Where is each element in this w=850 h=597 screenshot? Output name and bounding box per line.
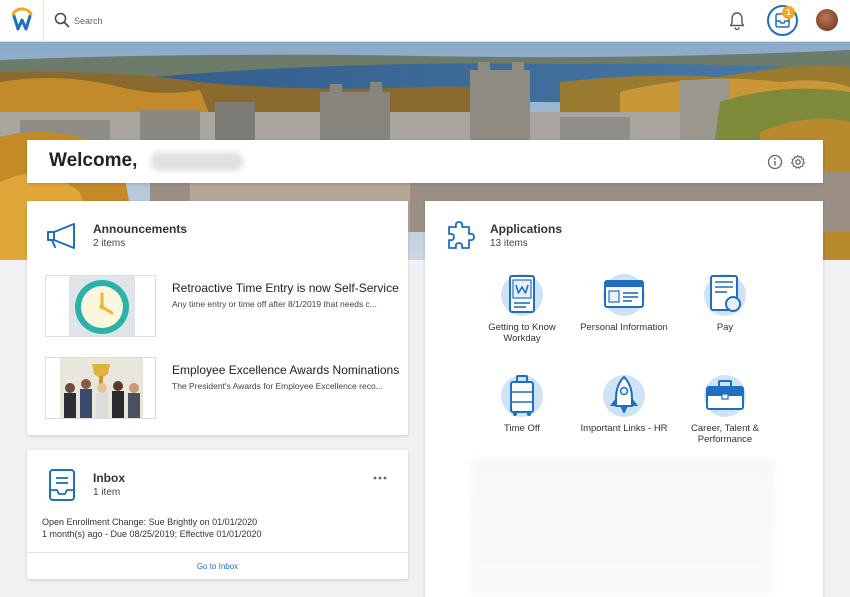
rocket-icon xyxy=(603,375,645,417)
user-avatar[interactable] xyxy=(816,9,838,31)
app-label: Important Links - HR xyxy=(580,423,668,434)
puzzle-piece-icon xyxy=(448,221,475,249)
announcements-card: Announcements 2 items Retroactive Time E… xyxy=(27,201,408,435)
inbox-card: Inbox 1 item Open Enrollment Change: Sue… xyxy=(27,450,408,579)
id-card-icon xyxy=(603,274,645,316)
announcement-title[interactable]: Employee Excellence Awards Nominations xyxy=(172,363,399,377)
applications-count: 13 items xyxy=(490,238,528,249)
app-label: Pay xyxy=(716,322,734,333)
app-label: Career, Talent & Performance xyxy=(691,423,759,445)
app-important-links-hr[interactable]: Important Links - HR xyxy=(579,374,669,434)
app-pay[interactable]: Pay xyxy=(680,273,770,333)
clock-thumbnail xyxy=(45,275,156,337)
announcement-item[interactable]: Employee Excellence Awards Nominations T… xyxy=(45,357,399,419)
go-to-inbox-link[interactable]: Go to Inbox xyxy=(27,552,408,579)
inbox-count: 1 item xyxy=(93,487,121,498)
awards-photo-thumbnail xyxy=(45,357,156,419)
announcement-description: The President's Awards for Employee Exce… xyxy=(172,381,383,391)
app-label: Personal Information xyxy=(580,322,668,333)
applications-title: Applications xyxy=(490,222,563,236)
briefcase-icon xyxy=(704,375,746,417)
payslip-icon xyxy=(704,274,746,316)
workday-tablet-icon xyxy=(501,274,543,316)
applications-card: Applications 13 items Getting to Know Wo… xyxy=(425,201,823,597)
gear-icon[interactable] xyxy=(790,154,806,170)
top-navigation-bar: 1 xyxy=(0,0,850,42)
announcements-count: 2 items xyxy=(93,238,126,249)
announcements-title: Announcements xyxy=(93,222,188,236)
suitcase-icon xyxy=(501,375,543,417)
more-options-icon[interactable] xyxy=(373,476,387,480)
bell-icon[interactable] xyxy=(727,11,747,31)
announcement-item[interactable]: Retroactive Time Entry is now Self-Servi… xyxy=(45,275,399,337)
megaphone-icon xyxy=(47,223,75,249)
app-label: Time Off xyxy=(504,423,540,434)
inbox-message-title[interactable]: Open Enrollment Change: Sue Brightly on … xyxy=(42,517,257,527)
inbox-title: Inbox xyxy=(93,471,125,485)
announcement-title[interactable]: Retroactive Time Entry is now Self-Servi… xyxy=(172,281,399,295)
info-icon[interactable] xyxy=(767,154,783,170)
redacted-user-name xyxy=(151,152,243,171)
app-career-talent-performance[interactable]: Career, Talent & Performance xyxy=(680,374,770,445)
app-personal-information[interactable]: Personal Information xyxy=(579,273,669,333)
inbox-badge: 1 xyxy=(782,6,795,19)
app-getting-to-know-workday[interactable]: Getting to Know Workday xyxy=(477,273,567,344)
app-time-off[interactable]: Time Off xyxy=(477,374,567,434)
welcome-greeting: Welcome, xyxy=(49,150,138,171)
loading-placeholder xyxy=(470,459,774,597)
search-input[interactable] xyxy=(74,12,374,30)
announcement-description: Any time entry or time off after 8/1/201… xyxy=(172,299,377,309)
welcome-banner: Welcome, xyxy=(27,140,823,183)
inbox-document-icon xyxy=(49,469,75,501)
workday-logo-icon xyxy=(11,7,33,31)
app-label: Getting to Know Workday xyxy=(488,322,556,344)
search-icon[interactable] xyxy=(54,12,70,28)
inbox-message-meta: 1 month(s) ago - Due 08/25/2019; Effecti… xyxy=(42,529,262,539)
workday-logo[interactable] xyxy=(0,0,44,42)
